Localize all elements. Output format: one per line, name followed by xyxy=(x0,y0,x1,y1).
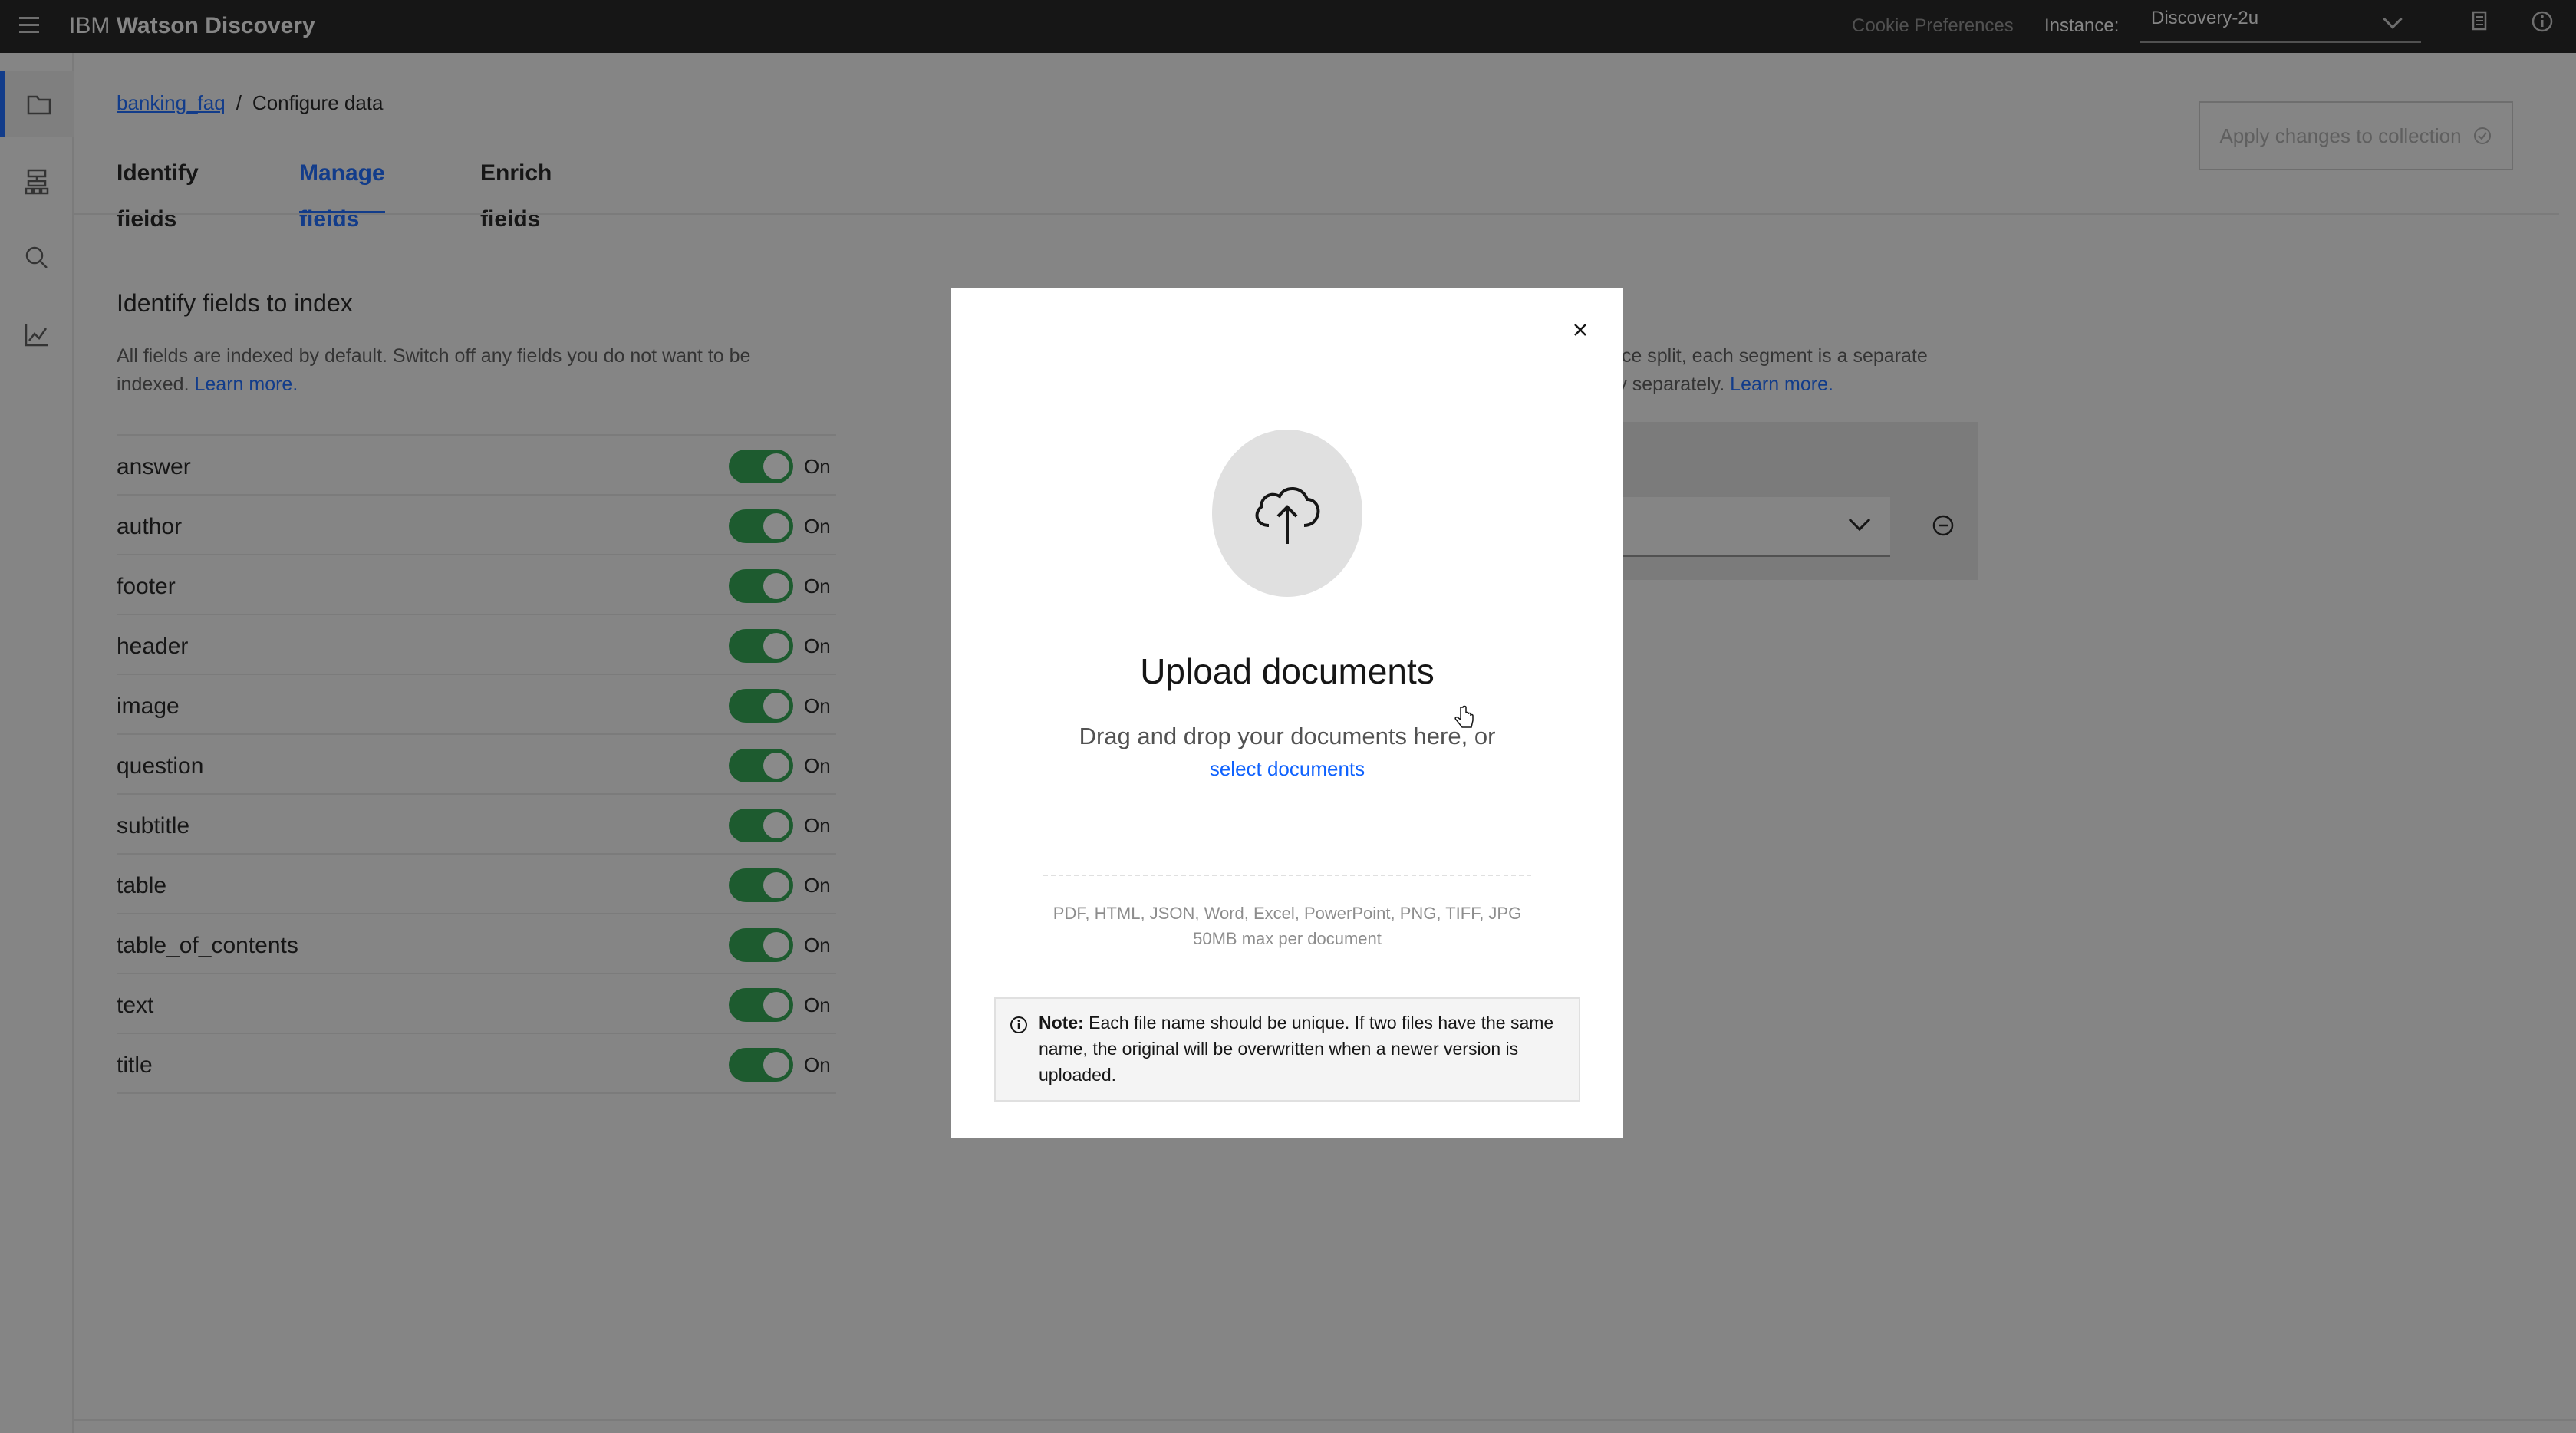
hand-cursor-icon xyxy=(1454,705,1474,728)
drag-drop-text: Drag and drop your documents here, or xyxy=(1079,723,1496,749)
select-documents-row: select documents xyxy=(951,753,1623,784)
note-text: Note: Each file name should be unique. I… xyxy=(1039,1010,1568,1088)
close-button[interactable] xyxy=(1562,311,1599,348)
file-format-info: PDF, HTML, JSON, Word, Excel, PowerPoint… xyxy=(951,901,1623,951)
select-documents-link[interactable]: select documents xyxy=(1210,757,1365,780)
note-label: Note: xyxy=(1039,1013,1084,1033)
info-icon xyxy=(1010,1016,1027,1033)
modal-title: Upload documents xyxy=(1140,651,1435,691)
note-notification: Note: Each file name should be unique. I… xyxy=(994,997,1580,1102)
upload-documents-modal: Upload documents Drag and drop your docu… xyxy=(951,288,1623,1138)
supported-formats: PDF, HTML, JSON, Word, Excel, PowerPoint… xyxy=(1052,904,1522,923)
drop-zone-divider xyxy=(1043,875,1531,876)
max-size: 50MB max per document xyxy=(1193,929,1382,948)
cloud-upload-icon xyxy=(1255,487,1320,544)
note-body: Each file name should be unique. If two … xyxy=(1039,1013,1554,1085)
upload-illustration xyxy=(1212,430,1362,597)
close-icon xyxy=(1574,324,1586,336)
